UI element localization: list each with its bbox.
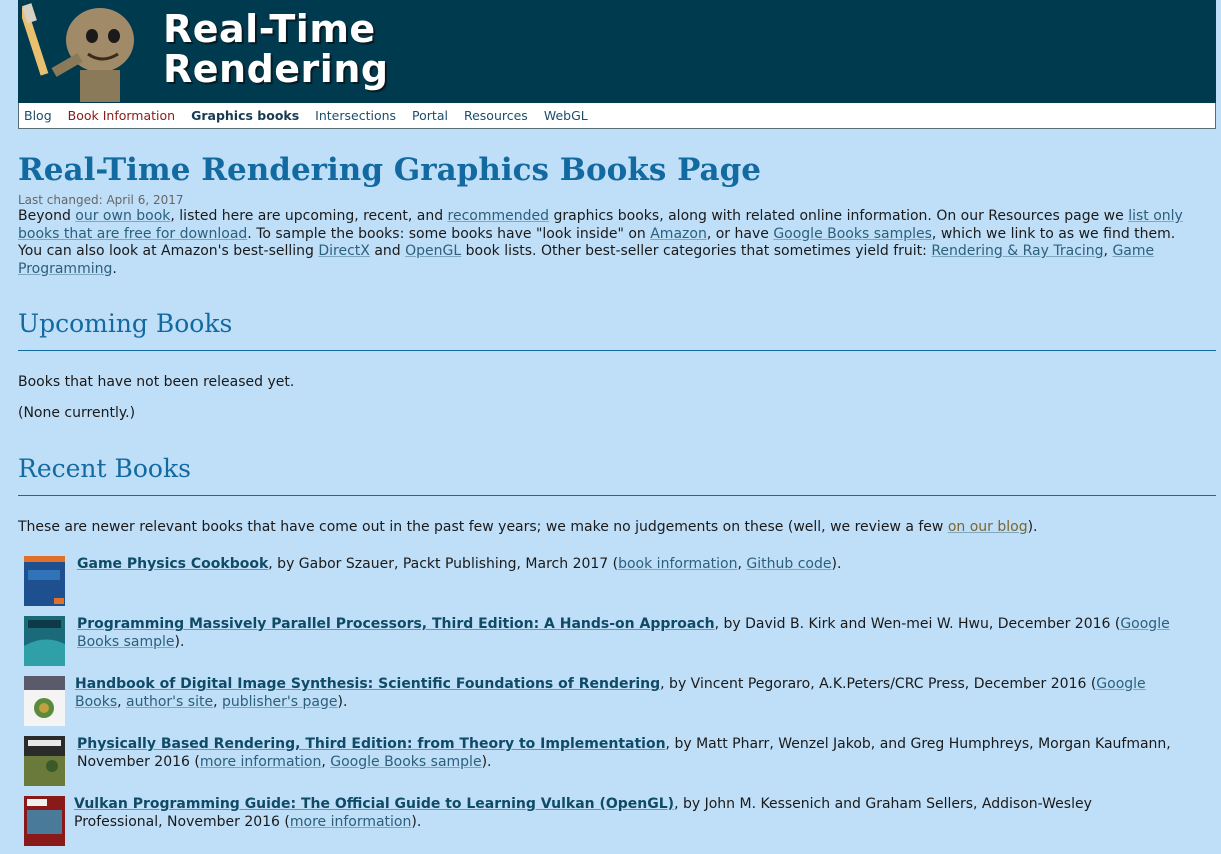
book-meta: , by Vincent Pegoraro, A.K.Peters/CRC Pr…	[660, 676, 1097, 692]
book-cover-massively-parallel[interactable]	[24, 616, 65, 666]
nav-item-resources[interactable]: Resources	[464, 108, 528, 123]
intro-text: , listed here are upcoming, recent, and	[170, 208, 448, 224]
nav-bar: Blog Book Information Graphics books Int…	[18, 103, 1216, 129]
site-title-line1: Real-Time	[163, 7, 376, 51]
intro-text: Beyond	[18, 208, 76, 224]
link-separator: ,	[321, 753, 331, 770]
nav-item-book-information[interactable]: Book Information	[68, 108, 175, 123]
book-cover-vulkan[interactable]	[24, 796, 65, 846]
book-cover-pbrt[interactable]	[24, 736, 65, 786]
nav-item-portal[interactable]: Portal	[412, 108, 448, 123]
page-title: Real-Time Rendering Graphics Books Page	[18, 152, 762, 188]
nav-item-intersections[interactable]: Intersections	[315, 108, 396, 123]
amazon-link[interactable]: Amazon	[650, 226, 707, 242]
recent-desc-end: ).	[1027, 519, 1038, 535]
more-information-link[interactable]: more information	[290, 814, 412, 830]
book-end: ).	[174, 633, 185, 650]
book-end: ).	[337, 693, 348, 710]
site-banner: Real-Time Rendering	[18, 0, 1216, 103]
nav-item-graphics-books[interactable]: Graphics books	[191, 108, 299, 123]
book-title-link[interactable]: Programming Massively Parallel Processor…	[77, 616, 715, 632]
our-own-book-link[interactable]: our own book	[75, 208, 170, 224]
book-cover-digital-image-synthesis[interactable]	[24, 676, 65, 726]
book-entry: Physically Based Rendering, Third Editio…	[77, 736, 1187, 771]
sackboy-mascot-icon	[22, 3, 134, 102]
link-separator: ,	[117, 693, 127, 710]
book-cover-game-physics[interactable]	[24, 556, 65, 606]
intro-text: and	[369, 243, 406, 259]
recent-description: These are newer relevant books that have…	[18, 519, 1038, 535]
intro-text: . To sample the books: some books have "…	[247, 225, 651, 242]
nav-item-webgl[interactable]: WebGL	[544, 108, 588, 123]
book-end: ).	[481, 753, 492, 770]
google-books-sample-link[interactable]: Google Books sample	[330, 754, 481, 770]
last-changed: Last changed: April 6, 2017	[18, 193, 184, 207]
recent-desc-text: These are newer relevant books that have…	[18, 519, 948, 535]
book-title-link[interactable]: Handbook of Digital Image Synthesis: Sci…	[75, 676, 660, 692]
book-entry: Game Physics Cookbook, by Gabor Szauer, …	[77, 556, 1187, 574]
book-information-link[interactable]: book information	[618, 556, 737, 572]
book-end: ).	[831, 556, 842, 572]
book-entry: Handbook of Digital Image Synthesis: Sci…	[75, 676, 1185, 711]
intro-text: .	[112, 260, 117, 277]
book-entry: Vulkan Programming Guide: The Official G…	[74, 796, 1184, 831]
upcoming-books-heading: Upcoming Books	[18, 309, 233, 338]
book-title-link[interactable]: Physically Based Rendering, Third Editio…	[77, 736, 666, 752]
nav-item-blog[interactable]: Blog	[24, 108, 52, 123]
section-divider	[18, 350, 1216, 351]
recent-books-heading: Recent Books	[18, 454, 191, 483]
book-meta: , by David B. Kirk and Wen-mei W. Hwu, D…	[714, 616, 1121, 632]
github-code-link[interactable]: Github code	[746, 556, 831, 572]
book-meta: , by Gabor Szauer, Packt Publishing, Mar…	[268, 556, 619, 572]
book-title-link[interactable]: Vulkan Programming Guide: The Official G…	[74, 796, 674, 812]
upcoming-description: Books that have not been released yet.	[18, 374, 295, 390]
more-information-link[interactable]: more information	[200, 754, 322, 770]
opengl-link[interactable]: OpenGL	[405, 243, 461, 259]
section-divider	[18, 495, 1216, 496]
intro-text: graphics books, along with related onlin…	[549, 208, 1129, 224]
intro-text: , or have	[706, 225, 774, 242]
google-books-samples-link[interactable]: Google Books samples	[773, 226, 932, 242]
site-title[interactable]: Real-Time Rendering	[163, 9, 389, 89]
intro-paragraph: Beyond our own book, listed here are upc…	[18, 208, 1203, 278]
rendering-ray-tracing-link[interactable]: Rendering & Ray Tracing	[931, 243, 1103, 259]
site-title-line2: Rendering	[163, 47, 389, 91]
book-title-link[interactable]: Game Physics Cookbook	[77, 556, 268, 572]
authors-site-link[interactable]: author's site	[126, 694, 213, 710]
recommended-link[interactable]: recommended	[448, 208, 549, 224]
on-our-blog-link[interactable]: on our blog	[948, 519, 1028, 535]
book-entry: Programming Massively Parallel Processor…	[77, 616, 1187, 651]
directx-link[interactable]: DirectX	[318, 243, 370, 259]
intro-text: book lists. Other best-seller categories…	[461, 243, 932, 259]
page-wrapper: Real-Time Rendering Blog Book Informatio…	[18, 0, 1216, 846]
book-end: ).	[411, 813, 422, 830]
upcoming-none: (None currently.)	[18, 405, 136, 421]
publishers-page-link[interactable]: publisher's page	[222, 694, 338, 710]
link-separator: ,	[213, 693, 222, 710]
